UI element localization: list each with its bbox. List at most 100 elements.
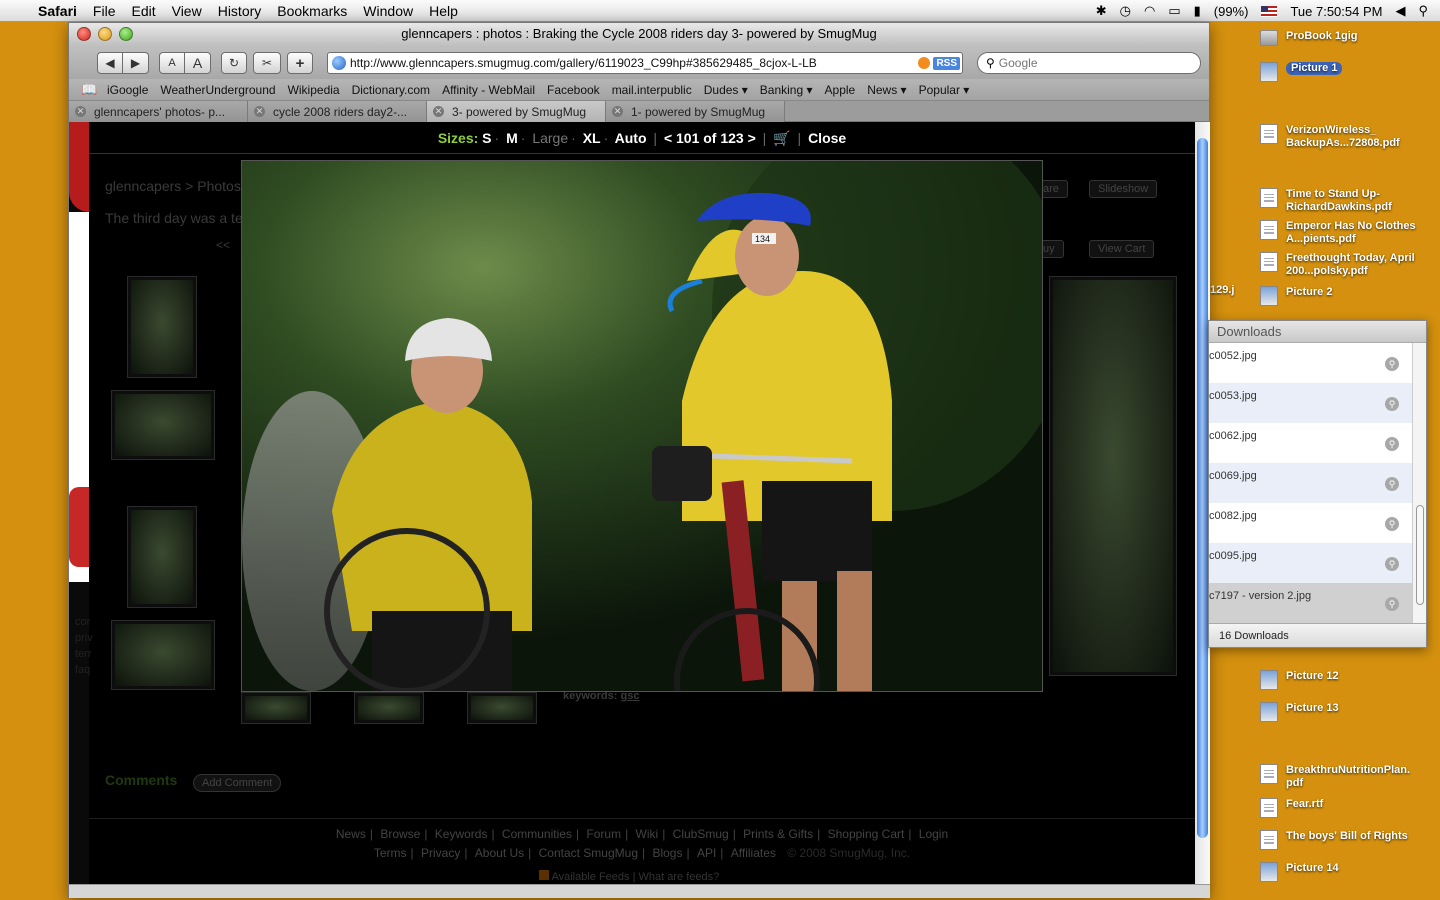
download-item[interactable]: c0062.jpg ⚲ — [1209, 423, 1413, 463]
volume-icon[interactable]: ◀ — [1395, 3, 1405, 19]
reveal-magnifier-icon[interactable]: ⚲ — [1385, 357, 1399, 371]
menu-view[interactable]: View — [172, 3, 202, 19]
footer-link[interactable]: Terms — [374, 846, 407, 860]
download-item[interactable]: c0053.jpg ⚲ — [1209, 383, 1413, 423]
breadcrumb-user[interactable]: glenncapers — [105, 178, 181, 194]
cart-icon[interactable]: 🛒 — [773, 130, 790, 146]
download-item-selected[interactable]: c7197 - version 2.jpg ⚲ — [1209, 583, 1413, 623]
desktop-icon-fear[interactable]: Fear.rtf — [1260, 798, 1323, 818]
downloads-title[interactable]: Downloads — [1209, 321, 1426, 343]
reveal-magnifier-icon[interactable]: ⚲ — [1385, 437, 1399, 451]
bookmark-news[interactable]: News ▾ — [867, 83, 906, 97]
display-icon[interactable]: ▭ — [1168, 3, 1180, 19]
gallery-thumbnail[interactable] — [354, 692, 424, 724]
desktop-icon-dawkins[interactable]: Time to Stand Up- RichardDawkins.pdf — [1260, 188, 1440, 214]
bookmark-igoogle[interactable]: iGoogle — [107, 83, 148, 97]
menu-clock[interactable]: Tue 7:50:54 PM — [1290, 4, 1382, 19]
menu-bookmarks[interactable]: Bookmarks — [277, 3, 347, 19]
size-xl-link[interactable]: XL — [583, 130, 601, 146]
downloads-scrollbar-thumb[interactable] — [1416, 505, 1424, 605]
battery-percent[interactable]: (99%) — [1214, 4, 1249, 19]
left-link[interactable]: faq — [75, 662, 93, 678]
address-text[interactable]: http://www.glenncapers.smugmug.com/galle… — [350, 56, 918, 70]
menu-help[interactable]: Help — [429, 3, 458, 19]
reload-button[interactable]: ↻ — [221, 52, 247, 74]
close-tab-icon[interactable]: ✕ — [75, 106, 86, 117]
search-field[interactable]: ⚲ — [977, 52, 1201, 74]
footer-link[interactable]: API — [697, 846, 716, 860]
footer-link[interactable]: Communities — [502, 827, 572, 841]
reveal-magnifier-icon[interactable]: ⚲ — [1385, 597, 1399, 611]
spotlight-icon[interactable]: ⚲ — [1418, 3, 1428, 19]
minimize-window-button[interactable] — [98, 27, 112, 41]
back-button[interactable]: ◀ — [97, 52, 123, 74]
reveal-magnifier-icon[interactable]: ⚲ — [1385, 517, 1399, 531]
reveal-magnifier-icon[interactable]: ⚲ — [1385, 397, 1399, 411]
download-item[interactable]: c0069.jpg ⚲ — [1209, 463, 1413, 503]
download-item[interactable]: c0052.jpg ⚲ — [1209, 343, 1413, 383]
left-link[interactable]: cor — [75, 614, 93, 630]
gallery-thumbnail[interactable] — [127, 506, 197, 608]
snapback-icon[interactable] — [918, 57, 931, 69]
size-m-link[interactable]: M — [506, 130, 518, 146]
bookmark-banking[interactable]: Banking ▾ — [760, 83, 813, 97]
gallery-thumbnail[interactable] — [467, 692, 537, 724]
footer-link[interactable]: About Us — [475, 846, 524, 860]
lightbox-photo[interactable]: 134 — [241, 160, 1043, 692]
close-tab-icon[interactable]: ✕ — [254, 106, 265, 117]
bookmark-dictionary[interactable]: Dictionary.com — [352, 83, 430, 97]
bookmark-affinity[interactable]: Affinity - WebMail — [442, 83, 535, 97]
bookmark-facebook[interactable]: Facebook — [547, 83, 600, 97]
desktop-icon-emperor[interactable]: Emperor Has No Clothes A...pients.pdf — [1260, 220, 1440, 246]
wifi-icon[interactable]: ◠ — [1144, 3, 1155, 19]
tab-2[interactable]: ✕ cycle 2008 riders day2-... — [248, 101, 427, 122]
bookmark-mail[interactable]: mail.interpublic — [612, 83, 692, 97]
desktop-icon-picture-1[interactable]: Picture 1 — [1260, 62, 1343, 82]
bookmark-weather[interactable]: WeatherUnderground — [160, 83, 275, 97]
address-bar[interactable]: http://www.glenncapers.smugmug.com/galle… — [327, 52, 963, 74]
zoom-window-button[interactable] — [119, 27, 133, 41]
left-link[interactable]: terr — [75, 646, 93, 662]
page-scrollbar-thumb[interactable] — [1197, 138, 1208, 838]
footer-link[interactable]: News — [336, 827, 366, 841]
footer-link[interactable]: Affiliates — [731, 846, 776, 860]
input-flag-icon[interactable] — [1261, 5, 1278, 17]
menu-history[interactable]: History — [218, 3, 262, 19]
snippet-button[interactable]: ✂ — [253, 52, 281, 74]
footer-link[interactable]: Keywords — [435, 827, 488, 841]
bookmark-dudes[interactable]: Dudes ▾ — [704, 83, 748, 97]
feeds-help-link[interactable]: What are feeds? — [639, 871, 720, 883]
downloads-scrollbar[interactable] — [1412, 343, 1426, 625]
desktop-icon-verizon[interactable]: VerizonWireless_ BackupAs...72808.pdf — [1260, 124, 1440, 150]
download-item[interactable]: c0095.jpg ⚲ — [1209, 543, 1413, 583]
photo-counter-nav[interactable]: < 101 of 123 > — [664, 130, 756, 146]
gallery-thumbnail[interactable] — [241, 692, 311, 724]
download-item[interactable]: c0082.jpg ⚲ — [1209, 503, 1413, 543]
time-machine-icon[interactable]: ◷ — [1120, 3, 1131, 19]
breadcrumb-photos[interactable]: Photos — [197, 178, 241, 194]
left-link[interactable]: priv — [75, 630, 93, 646]
slideshow-button[interactable]: Slideshow — [1089, 180, 1158, 198]
footer-link[interactable]: Wiki — [636, 827, 659, 841]
close-lightbox-link[interactable]: Close — [808, 130, 846, 146]
desktop-icon-picture-2[interactable]: Picture 2 — [1260, 286, 1332, 306]
smaller-text-button[interactable]: A — [159, 52, 185, 74]
rss-button[interactable]: RSS — [933, 56, 960, 70]
title-bar[interactable]: glenncapers : photos : Braking the Cycle… — [69, 23, 1209, 47]
close-tab-icon[interactable]: ✕ — [433, 106, 444, 117]
book-icon[interactable]: 📖 — [81, 82, 97, 98]
desktop-icon-picture-12[interactable]: Picture 12 — [1260, 670, 1339, 690]
footer-link[interactable]: ClubSmug — [673, 827, 729, 841]
desktop-icon-probook[interactable]: ProBook 1gig — [1260, 30, 1358, 46]
bookmark-wikipedia[interactable]: Wikipedia — [288, 83, 340, 97]
menu-app-name[interactable]: Safari — [38, 3, 77, 19]
search-input[interactable] — [998, 56, 1189, 70]
prev-page-link[interactable]: << — [216, 238, 230, 252]
footer-link[interactable]: Forum — [586, 827, 621, 841]
battery-icon[interactable]: ▮ — [1194, 3, 1201, 19]
footer-link[interactable]: Shopping Cart — [828, 827, 905, 841]
footer-link[interactable]: Prints & Gifts — [743, 827, 813, 841]
desktop-icon-picture-13[interactable]: Picture 13 — [1260, 702, 1339, 722]
tab-3-active[interactable]: ✕ 3- powered by SmugMug — [427, 101, 606, 122]
desktop-icon-freethought[interactable]: Freethought Today, April 200...polsky.pd… — [1260, 252, 1440, 278]
